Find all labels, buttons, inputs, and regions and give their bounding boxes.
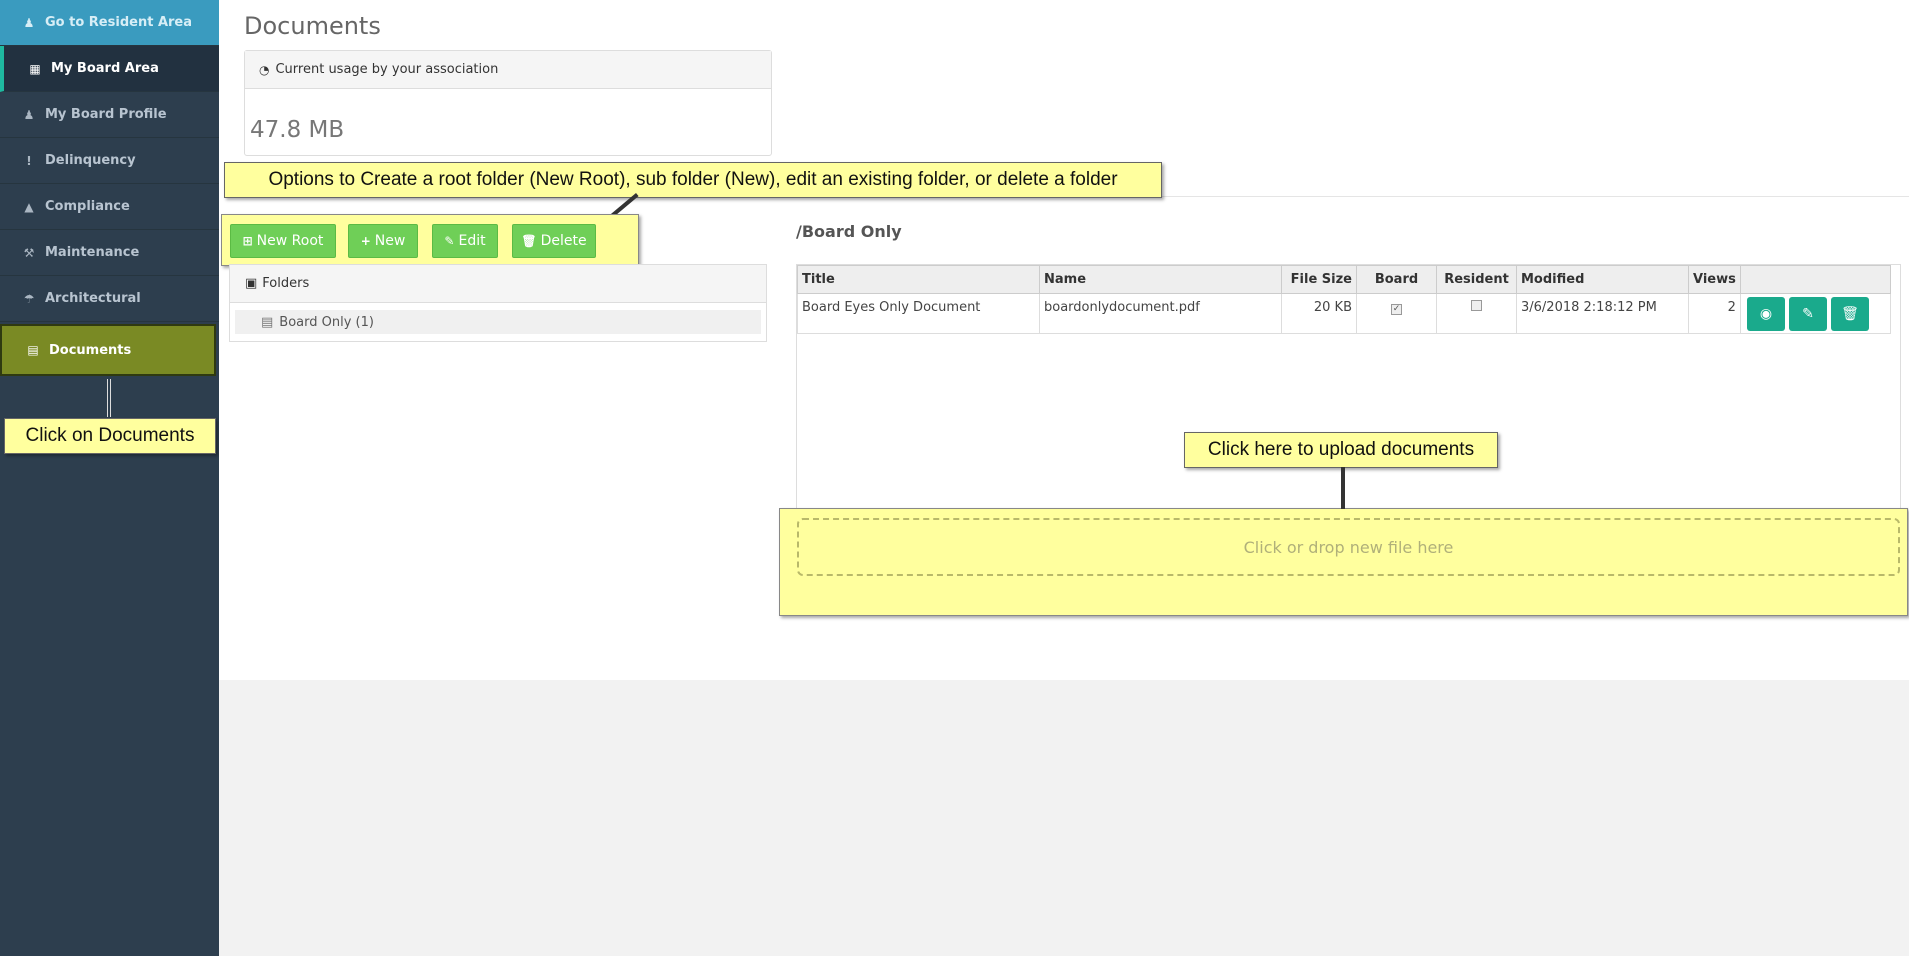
edit-label: Edit	[458, 233, 486, 249]
trash-icon: 🗑	[521, 234, 537, 248]
sidebar-item-delinquency[interactable]: ! Delinquency	[0, 138, 219, 184]
column-header-name[interactable]: Name	[1039, 265, 1282, 294]
usage-panel: ◔ Current usage by your association 47.8…	[244, 50, 772, 156]
folder-open-icon: ▤	[261, 314, 274, 330]
column-header-board[interactable]: Board	[1356, 265, 1437, 294]
folder-toolbar: ⊞ New Root + New ✎ Edit 🗑 Delete	[221, 214, 639, 266]
warning-icon: ▲	[24, 199, 34, 214]
column-header-title[interactable]: Title	[797, 265, 1040, 294]
trash-icon: 🗑	[1841, 306, 1859, 322]
table-row: Board Eyes Only Document boardonlydocume…	[797, 293, 1891, 334]
new-label: New	[374, 233, 406, 249]
cell-resident	[1436, 293, 1517, 334]
delete-label: Delete	[540, 233, 587, 249]
sidebar-item-label: Delinquency	[45, 153, 136, 168]
board-checkbox[interactable]: ✓	[1391, 304, 1402, 315]
sidebar-item-label: Compliance	[45, 199, 130, 214]
documents-table-panel: Title Name File Size Board Resident Modi…	[796, 264, 1901, 524]
sidebar-item-label: My Board Area	[51, 61, 159, 76]
new-folder-button[interactable]: + New	[348, 224, 418, 258]
new-root-button[interactable]: ⊞ New Root	[230, 224, 336, 258]
new-root-label: New Root	[256, 233, 324, 249]
pie-chart-icon: ◔	[259, 62, 270, 77]
sidebar-item-documents[interactable]: ▤ Documents	[0, 324, 216, 376]
sidebar-item-label: Documents	[49, 342, 132, 358]
sidebar-item-resident-area[interactable]: ♟ Go to Resident Area	[0, 0, 219, 46]
callout-connector	[107, 379, 111, 417]
wrench-icon: ⚒	[23, 245, 35, 260]
delete-folder-button[interactable]: 🗑 Delete	[512, 224, 596, 258]
cell-board: ✓	[1356, 293, 1437, 334]
sidebar-item-board-profile[interactable]: ♟ My Board Profile	[0, 92, 219, 138]
page-title: Documents	[244, 12, 381, 40]
sidebar-item-label: Maintenance	[45, 245, 140, 260]
edit-document-button[interactable]: ✎	[1789, 297, 1827, 331]
view-document-button[interactable]: ◉	[1747, 297, 1785, 331]
usage-heading-text: Current usage by your association	[275, 62, 499, 77]
documents-table: Title Name File Size Board Resident Modi…	[797, 265, 1891, 334]
resident-checkbox[interactable]	[1471, 300, 1482, 311]
plus-icon: +	[360, 234, 371, 248]
delete-document-button[interactable]: 🗑	[1831, 297, 1869, 331]
folder-item-label: Board Only (1)	[279, 314, 374, 330]
callout-folder-options: Options to Create a root folder (New Roo…	[224, 162, 1162, 198]
cell-title: Board Eyes Only Document	[797, 293, 1040, 334]
sidebar-item-label: My Board Profile	[45, 107, 167, 122]
user-icon: ♟	[23, 107, 35, 122]
sidebar-item-compliance[interactable]: ▲ Compliance	[0, 184, 219, 230]
callout-connector	[1341, 467, 1345, 509]
sidebar-item-label: Architectural	[45, 291, 141, 306]
sidebar-item-label: Go to Resident Area	[45, 15, 192, 30]
column-header-actions	[1739, 265, 1891, 294]
file-dropzone[interactable]: Click or drop new file here	[797, 518, 1900, 576]
pencil-icon: ✎	[444, 234, 455, 248]
current-folder-path: /Board Only	[796, 222, 902, 241]
column-header-views[interactable]: Views	[1688, 265, 1741, 294]
folders-heading-text: Folders	[262, 276, 310, 291]
upload-area-highlight: Click or drop new file here	[779, 508, 1908, 616]
plus-square-icon: ⊞	[242, 234, 253, 248]
callout-documents: Click on Documents	[4, 418, 216, 454]
column-header-modified[interactable]: Modified	[1516, 265, 1689, 294]
exclamation-icon: !	[26, 153, 32, 168]
cell-modified: 3/6/2018 2:18:12 PM	[1516, 293, 1689, 334]
edit-folder-button[interactable]: ✎ Edit	[432, 224, 498, 258]
folders-heading: ▣ Folders	[230, 265, 766, 303]
user-icon: ♟	[23, 15, 35, 30]
pencil-icon: ✎	[1802, 306, 1814, 322]
column-header-resident[interactable]: Resident	[1436, 265, 1517, 294]
sidebar-item-maintenance[interactable]: ⚒ Maintenance	[0, 230, 219, 276]
folder-icon: ▣	[245, 276, 258, 291]
callout-upload: Click here to upload documents	[1184, 432, 1498, 468]
grid-icon: ▦	[29, 61, 41, 76]
sidebar: ♟ Go to Resident Area ▦ My Board Area ♟ …	[0, 0, 219, 956]
umbrella-icon: ☂	[23, 291, 35, 306]
usage-value: 47.8 MB	[250, 117, 345, 143]
column-header-file-size[interactable]: File Size	[1281, 265, 1357, 294]
eye-icon: ◉	[1759, 306, 1773, 322]
sidebar-item-architectural[interactable]: ☂ Architectural	[0, 276, 219, 322]
cell-name: boardonlydocument.pdf	[1039, 293, 1282, 334]
cell-views: 2	[1688, 293, 1741, 334]
sidebar-item-board-area[interactable]: ▦ My Board Area	[0, 46, 219, 92]
usage-panel-heading: ◔ Current usage by your association	[245, 51, 771, 89]
cell-file-size: 20 KB	[1281, 293, 1357, 334]
folder-item-board-only[interactable]: ▤ Board Only (1)	[235, 310, 761, 334]
folders-panel: ▣ Folders ▤ Board Only (1)	[229, 264, 767, 342]
file-icon: ▤	[27, 343, 39, 357]
